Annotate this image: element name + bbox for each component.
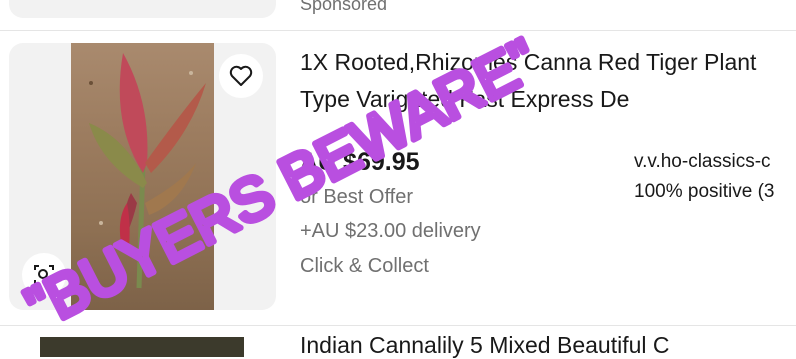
listing-price: AU $69.95: [300, 148, 420, 176]
seller-feedback: 100% positive (3: [634, 181, 775, 202]
listing-title-line-1[interactable]: 1X Rooted,Rhizomes Canna Red Tiger Plant: [300, 44, 796, 81]
delivery-cost: +AU $23.00 delivery: [300, 220, 481, 242]
best-offer-label: or Best Offer: [300, 186, 414, 208]
listing-title[interactable]: 1X Rooted,Rhizomes Canna Red Tiger Plant…: [300, 44, 796, 118]
next-item-image[interactable]: [40, 337, 244, 357]
divider: [0, 325, 796, 326]
next-item-title[interactable]: Indian Cannalily 5 Mixed Beautiful C: [300, 332, 669, 359]
sponsored-label: Sponsored: [300, 0, 388, 14]
listing-title-line-2[interactable]: Type Varigated Fast Express De: [300, 81, 796, 118]
zoom-image-icon: [34, 265, 54, 285]
favorite-button[interactable]: [219, 54, 263, 98]
heart-icon: [229, 65, 253, 86]
previous-item-image[interactable]: [9, 0, 276, 18]
seller-name[interactable]: v.v.ho-classics-c: [634, 151, 771, 173]
zoom-image-button[interactable]: [22, 253, 66, 297]
divider: [0, 30, 796, 31]
click-collect-label: Click & Collect: [300, 255, 429, 277]
listing-image[interactable]: [71, 43, 214, 310]
